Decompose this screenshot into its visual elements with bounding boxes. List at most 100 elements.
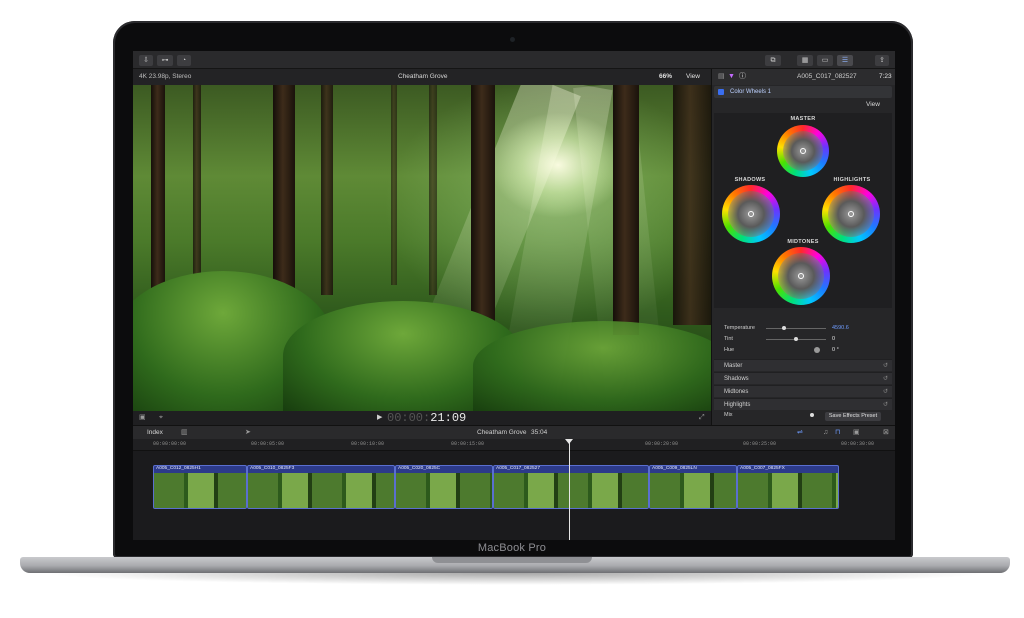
mix-knob[interactable]: [810, 413, 814, 417]
timeline-clip[interactable]: A005_C020_0825C: [395, 465, 493, 509]
laptop-shadow: [40, 573, 990, 585]
ruler-tick: 00:00:30:00: [841, 441, 875, 447]
temperature-knob[interactable]: [782, 326, 786, 330]
share-icon[interactable]: ⇪: [875, 55, 889, 66]
shadows-wheel-label: SHADOWS: [734, 177, 766, 183]
effect-name[interactable]: Color Wheels 1: [730, 86, 771, 98]
master-puck[interactable]: [800, 148, 806, 154]
clip-filmstrip: [154, 473, 246, 508]
inspector-icon[interactable]: ☰: [837, 55, 853, 66]
tree-trunk: [429, 85, 437, 295]
tint-row: Tint 0: [724, 336, 836, 342]
color-inspector-icon[interactable]: ▼: [728, 69, 735, 85]
timeline-project-name: Cheatham Grove: [477, 429, 527, 436]
viewer-title: Cheatham Grove: [398, 73, 448, 80]
playhead[interactable]: [569, 439, 570, 540]
inspector-panel: ▤ ▼ ⓘ A005_C017_082527 7:23 Color Wheels…: [711, 69, 895, 425]
device-brand-label: MacBook Pro: [477, 542, 547, 554]
audio-icon[interactable]: ♫: [823, 426, 828, 440]
ruler-tick: 00:00:05:00: [251, 441, 285, 447]
effect-enable-checkbox[interactable]: [718, 89, 724, 95]
select-tool-icon[interactable]: ➤: [245, 426, 251, 440]
tint-knob[interactable]: [794, 337, 798, 341]
hue-row: Hue 0 °: [724, 347, 839, 353]
viewer-transport: ▣ ⌖ ▶ 00:00:21:09 ⤢: [133, 411, 711, 425]
section-master[interactable]: Master ↺: [714, 359, 892, 371]
ruler-tick: 00:00:00:00: [153, 441, 187, 447]
timeline-tracks[interactable]: A005_C012_0825H1 A005_C010_0825F3 A005_C…: [133, 451, 895, 540]
video-inspector-icon[interactable]: ▤: [718, 69, 725, 85]
ruler-tick: 00:00:20:00: [645, 441, 679, 447]
tree-trunk: [391, 85, 397, 285]
inspector-view-menu[interactable]: View: [866, 101, 880, 108]
timeline-clip[interactable]: A005_C007_0825FX: [737, 465, 839, 509]
section-midtones[interactable]: Midtones ↺: [714, 385, 892, 397]
viewer-view-menu[interactable]: View: [686, 69, 700, 85]
clip-filmstrip: [494, 473, 648, 508]
highlights-color-wheel[interactable]: [822, 185, 880, 243]
info-icon[interactable]: ⓘ: [739, 69, 746, 85]
master-wheel-label: MASTER: [790, 116, 816, 122]
playhead-icon[interactable]: [565, 439, 573, 444]
tree-trunk: [471, 85, 495, 325]
timecode-display: 00:00:21:09: [387, 411, 467, 425]
color-wheels-area: MASTER SHADOWS HIGHLIGHTS MIDTONES: [714, 113, 892, 308]
format-label: 4K 23.98p, Stereo: [139, 73, 192, 80]
timeline-clip[interactable]: A005_C017_082527: [493, 465, 649, 509]
screen: ⇩ ⊶ ◔ ⧉ ▦ ▭ ☰ ⇪ 4K 23.98p, Stereo Cheath…: [133, 51, 895, 540]
timeline-duration: 35:04: [531, 429, 548, 436]
temperature-slider[interactable]: [766, 328, 826, 329]
fullscreen-icon[interactable]: ⤢: [699, 411, 705, 425]
snapping-icon[interactable]: ⊓: [835, 426, 840, 440]
midtones-puck[interactable]: [798, 273, 804, 279]
highlights-puck[interactable]: [848, 211, 854, 217]
section-shadows[interactable]: Shadows ↺: [714, 372, 892, 384]
mix-row: Mix: [714, 410, 824, 420]
ruler-tick: 00:00:15:00: [451, 441, 485, 447]
highlights-wheel-label: HIGHLIGHTS: [833, 177, 871, 183]
master-color-wheel[interactable]: [777, 125, 829, 177]
transform-icon[interactable]: ⌖: [159, 411, 163, 425]
zoom-menu[interactable]: 66%: [659, 69, 672, 85]
timeline-ruler[interactable]: 00:00:00:00 00:00:05:00 00:00:10:00 00:0…: [133, 439, 895, 451]
tree-trunk: [321, 85, 333, 295]
clip-view-icon[interactable]: ▣: [853, 426, 860, 440]
temperature-row: Temperature 4590.6: [724, 325, 849, 331]
play-icon[interactable]: ▶: [377, 411, 382, 425]
effect-selector[interactable]: Color Wheels 1: [714, 86, 892, 98]
index-button[interactable]: Index: [147, 426, 163, 440]
clip-filmstrip: [738, 473, 838, 508]
video-viewer[interactable]: [133, 85, 711, 411]
timeline-clip[interactable]: A005_C012_0825H1: [153, 465, 247, 509]
keyword-icon[interactable]: ⊶: [157, 55, 173, 66]
app-toolbar: ⇩ ⊶ ◔ ⧉ ▦ ▭ ☰ ⇪: [133, 51, 895, 69]
inspector-duration: 7:23: [879, 73, 892, 80]
effects-browser-icon[interactable]: ⊠: [883, 426, 889, 440]
save-effects-preset-button[interactable]: Save Effects Preset: [825, 412, 881, 421]
shadows-puck[interactable]: [748, 211, 754, 217]
clip-appearance-icon[interactable]: ▥: [181, 426, 188, 440]
import-icon[interactable]: ⇩: [139, 55, 153, 66]
shadows-color-wheel[interactable]: [722, 185, 780, 243]
inspector-clip-name: A005_C017_082527: [797, 73, 857, 80]
clip-filmstrip: [650, 473, 736, 508]
clip-filmstrip: [396, 473, 492, 508]
ruler-tick: 00:00:25:00: [743, 441, 777, 447]
tree-trunk: [613, 85, 639, 335]
timeline-clip[interactable]: A005_C010_0825F3: [247, 465, 395, 509]
timeline-icon[interactable]: ▭: [817, 55, 833, 66]
skimming-icon[interactable]: ⇌: [797, 426, 803, 440]
timeline-clip[interactable]: A005_C009_0825LN: [649, 465, 737, 509]
display-options-icon[interactable]: ▣: [139, 411, 146, 425]
ruler-tick: 00:00:10:00: [351, 441, 385, 447]
inspector-header: ▤ ▼ ⓘ A005_C017_082527 7:23: [712, 69, 895, 85]
library-icon[interactable]: ⧉: [765, 55, 781, 66]
laptop-base-notch: [432, 557, 592, 563]
browser-icon[interactable]: ▦: [797, 55, 813, 66]
section-highlights[interactable]: Highlights ↺: [714, 398, 892, 410]
clip-filmstrip: [248, 473, 394, 508]
hue-dial[interactable]: [814, 347, 820, 353]
fern-foliage: [473, 321, 711, 411]
midtones-color-wheel[interactable]: [772, 247, 830, 305]
background-tasks-icon[interactable]: ◔: [177, 55, 191, 66]
